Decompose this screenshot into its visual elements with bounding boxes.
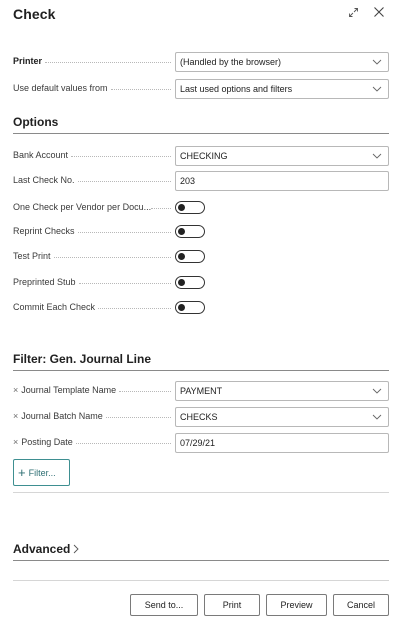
posting-date-label: Posting Date — [21, 437, 73, 447]
options-divider — [13, 133, 389, 134]
default-values-label: Use default values from — [13, 83, 108, 93]
one-check-toggle[interactable] — [175, 201, 205, 214]
toggle-row-one-check: One Check per Vendor per Docu... — [13, 198, 389, 218]
bank-account-select[interactable]: CHECKING — [175, 146, 389, 166]
options-heading[interactable]: Options — [13, 115, 58, 129]
posting-date-value: 07/29/21 — [180, 438, 216, 448]
reprint-checks-toggle[interactable] — [175, 225, 205, 238]
filter-divider — [13, 370, 389, 371]
preview-button[interactable]: Preview — [266, 594, 327, 616]
filter-bottom-divider — [13, 492, 389, 493]
footer-divider — [13, 580, 389, 581]
chevron-down-icon — [372, 153, 382, 159]
journal-template-select[interactable]: PAYMENT — [175, 381, 389, 401]
remove-filter-icon[interactable]: × — [13, 411, 21, 421]
printer-select[interactable]: (Handled by the browser) — [175, 52, 389, 72]
toggle-knob — [178, 253, 185, 260]
toggle-row-reprint: Reprint Checks — [13, 222, 389, 242]
journal-batch-label: Journal Batch Name — [21, 411, 103, 421]
bank-account-row: Bank Account CHECKING — [13, 146, 389, 166]
commit-each-check-label: Commit Each Check — [13, 302, 96, 312]
one-check-label: One Check per Vendor per Docu... — [13, 202, 152, 212]
filter-heading[interactable]: Filter: Gen. Journal Line — [13, 352, 151, 366]
add-filter-label: Filter... — [28, 467, 56, 478]
preprinted-stub-toggle[interactable] — [175, 276, 205, 289]
dialog-title: Check — [13, 6, 56, 22]
posting-date-input[interactable]: 07/29/21 — [175, 433, 389, 453]
printer-value: (Handled by the browser) — [180, 57, 282, 67]
cancel-button[interactable]: Cancel — [333, 594, 389, 616]
chevron-down-icon — [372, 414, 382, 420]
reprint-checks-label: Reprint Checks — [13, 226, 75, 236]
toggle-row-preprinted-stub: Preprinted Stub — [13, 273, 389, 293]
remove-filter-icon[interactable]: × — [13, 437, 21, 447]
default-values-row: Use default values from Last used option… — [13, 79, 389, 99]
toggle-knob — [178, 304, 185, 311]
close-icon[interactable] — [372, 5, 386, 19]
last-check-no-row: Last Check No. 203 — [13, 171, 389, 191]
advanced-divider — [13, 560, 389, 561]
toggle-knob — [178, 204, 185, 211]
default-values-value: Last used options and filters — [180, 84, 293, 94]
commit-each-check-toggle[interactable] — [175, 301, 205, 314]
toggle-row-test-print: Test Print — [13, 247, 389, 267]
add-filter-button[interactable]: + Filter... — [13, 459, 70, 486]
filter-row-posting-date: × Posting Date 07/29/21 — [13, 433, 389, 453]
test-print-label: Test Print — [13, 251, 51, 261]
journal-template-label: Journal Template Name — [21, 385, 117, 395]
default-values-select[interactable]: Last used options and filters — [175, 79, 389, 99]
preprinted-stub-label: Preprinted Stub — [13, 277, 76, 287]
chevron-down-icon — [372, 388, 382, 394]
chevron-down-icon — [372, 86, 382, 92]
advanced-toggle[interactable]: Advanced — [13, 542, 79, 556]
title-actions — [346, 5, 386, 19]
plus-icon: + — [18, 465, 26, 480]
chevron-right-icon — [74, 544, 79, 554]
printer-row: Printer (Handled by the browser) — [13, 52, 389, 72]
toggle-knob — [178, 279, 185, 286]
advanced-label: Advanced — [13, 542, 71, 556]
bank-account-value: CHECKING — [180, 151, 228, 161]
printer-label: Printer — [13, 56, 43, 66]
print-button[interactable]: Print — [204, 594, 260, 616]
journal-batch-select[interactable]: CHECKS — [175, 407, 389, 427]
toggle-knob — [178, 228, 185, 235]
toggle-row-commit-each: Commit Each Check — [13, 298, 389, 318]
test-print-toggle[interactable] — [175, 250, 205, 263]
journal-template-value: PAYMENT — [180, 386, 223, 396]
journal-batch-value: CHECKS — [180, 412, 218, 422]
last-check-no-input[interactable]: 203 — [175, 171, 389, 191]
last-check-no-label: Last Check No. — [13, 175, 75, 185]
last-check-no-value: 203 — [180, 176, 196, 186]
filter-row-batch: × Journal Batch Name CHECKS — [13, 407, 389, 427]
filter-row-template: × Journal Template Name PAYMENT — [13, 381, 389, 401]
bank-account-label: Bank Account — [13, 150, 69, 160]
expand-icon[interactable] — [346, 5, 360, 19]
remove-filter-icon[interactable]: × — [13, 385, 21, 395]
chevron-down-icon — [372, 59, 382, 65]
send-to-button[interactable]: Send to... — [130, 594, 198, 616]
